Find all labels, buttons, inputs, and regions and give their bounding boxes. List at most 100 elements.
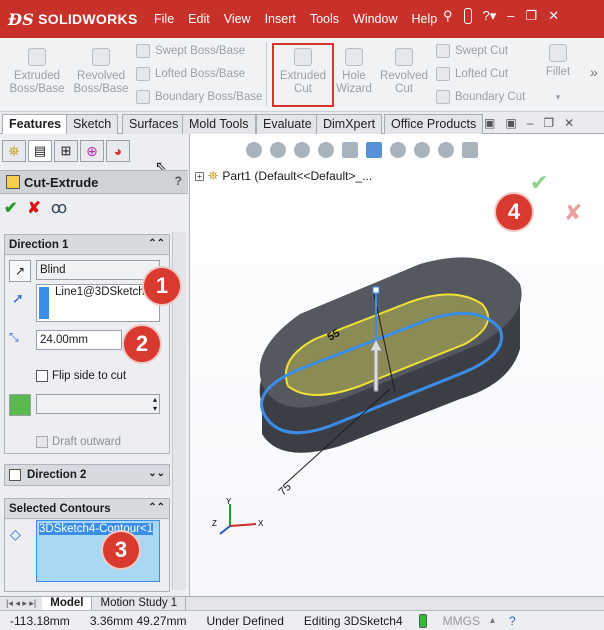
flip-side-checkbox[interactable] (36, 370, 48, 382)
configuration-icon: ⊞ (60, 143, 72, 158)
menu-edit[interactable]: Edit (188, 12, 210, 26)
property-manager-tab[interactable]: ▤ (28, 140, 52, 162)
traffic-light-icon[interactable] (463, 8, 472, 24)
extruded-cut-highlight (272, 43, 334, 107)
tab-office-products[interactable]: Office Products (384, 114, 484, 134)
expand-icon[interactable]: ⌄⌄ (148, 468, 165, 479)
help-icon[interactable]: ? (175, 174, 182, 188)
flip-side-option[interactable]: Flip side to cut (36, 370, 126, 382)
tab-features[interactable]: Features (2, 114, 69, 134)
depth-input[interactable]: 24.00mm (36, 330, 122, 350)
direction2-header[interactable]: Direction 2 ⌄⌄ (5, 465, 169, 485)
menu-insert[interactable]: Insert (265, 12, 296, 26)
status-editing: Editing 3DSketch4 (303, 613, 403, 628)
collapse-icon[interactable]: ⌃⌃ (148, 502, 165, 513)
tab-sketch[interactable]: Sketch (66, 114, 119, 134)
extruded-boss-button[interactable]: Extruded Boss/Base (6, 48, 68, 96)
selected-contours-header[interactable]: Selected Contours ⌃⌃ (5, 499, 169, 519)
tab-motion-study[interactable]: Motion Study 1 (92, 596, 187, 611)
fillet-dropdown-icon[interactable]: ▾ (540, 91, 576, 104)
contour-icon: ◇ (10, 526, 21, 542)
draft-angle-spinner[interactable]: ▴ ▾ (36, 394, 160, 414)
rebuild-icon[interactable] (418, 613, 427, 628)
graphics-area[interactable]: + ⛯ Part1 (Default<<Default>_... ✔ ✘ 55 … (190, 134, 604, 596)
close-icon[interactable]: ✕ (564, 116, 574, 130)
panel-toggle-icon[interactable]: ▣ (484, 116, 495, 130)
property-manager-icon: ▤ (33, 143, 47, 158)
fillet-button[interactable]: Fillet ▾ (540, 44, 576, 104)
hole-wizard-button[interactable]: Hole Wizard (334, 48, 374, 96)
ribbon-more-icon[interactable]: » (590, 64, 598, 80)
menu-right-icons: ⚲ ?▾ – ❐ ✕ (443, 8, 559, 24)
menu-tools[interactable]: Tools (310, 12, 339, 26)
direction1-header[interactable]: Direction 1 ⌃⌃ (5, 235, 169, 255)
help-icon[interactable]: ? (509, 614, 516, 628)
svg-text:X: X (258, 519, 264, 528)
callout-2: 2 (122, 324, 162, 364)
minimize-icon[interactable]: – (507, 8, 514, 24)
units-dropdown-icon[interactable]: ▴ (490, 615, 495, 626)
feature-tree-icon: ⛯ (8, 142, 20, 159)
boundary-cut-button[interactable]: Boundary Cut (436, 90, 525, 104)
ribbon-divider (266, 42, 267, 106)
dimxpert-icon: ⊕ (86, 142, 98, 159)
end-condition-select[interactable]: Blind (36, 260, 160, 280)
draft-outward-option[interactable]: Draft outward (36, 436, 121, 448)
status-x: -113.18mm (10, 613, 70, 628)
solidworks-logo[interactable]: ƉS SOLIDWORKS (0, 10, 140, 29)
reverse-direction-icon[interactable]: ↗ (9, 260, 31, 282)
contour-list-item[interactable]: 3DSketch4-Contour<1 (39, 523, 154, 535)
boundary-boss-icon (136, 90, 150, 104)
tab-dimxpert[interactable]: DimXpert (316, 114, 383, 134)
draft-outward-checkbox[interactable] (36, 436, 48, 448)
panel-toggle-icon[interactable]: ▣ (505, 116, 516, 130)
tab-evaluate[interactable]: Evaluate (256, 114, 319, 134)
display-manager-tab[interactable]: ◕ (106, 140, 130, 162)
lofted-cut-button[interactable]: Lofted Cut (436, 67, 508, 81)
fillet-icon (549, 44, 567, 62)
tab-scroll-icons[interactable]: |◂ ◂ ▸ ▸| (0, 598, 42, 609)
swept-boss-button[interactable]: Swept Boss/Base (136, 44, 245, 58)
revolved-cut-button[interactable]: Revolved Cut (376, 48, 432, 96)
tab-model[interactable]: Model (42, 596, 93, 611)
close-icon[interactable]: ✕ (548, 8, 559, 24)
boundary-boss-button[interactable]: Boundary Boss/Base (136, 90, 262, 104)
cut-extrude-title: Cut-Extrude (24, 174, 99, 190)
feature-manager-tab[interactable]: ⛯ (2, 140, 26, 162)
help-icon[interactable]: ?▾ (483, 8, 497, 24)
lofted-boss-button[interactable]: Lofted Boss/Base (136, 67, 245, 81)
direction2-group: Direction 2 ⌄⌄ (4, 464, 170, 486)
tab-surfaces[interactable]: Surfaces (122, 114, 186, 134)
callout-3: 3 (101, 530, 141, 570)
pin-icon[interactable]: ⚲ (443, 8, 453, 24)
direction2-checkbox[interactable] (9, 469, 21, 481)
tab-mold-tools[interactable]: Mold Tools (182, 114, 256, 134)
draft-icon[interactable] (9, 394, 31, 416)
menu-window[interactable]: Window (353, 12, 397, 26)
menu-view[interactable]: View (224, 12, 251, 26)
restore-icon[interactable]: ❐ (526, 8, 538, 24)
status-definition: Under Defined (206, 613, 284, 628)
status-units[interactable]: MMGS (433, 614, 490, 628)
selected-contours-list[interactable]: 3DSketch4-Contour<1 (36, 520, 160, 582)
app-title: SOLIDWORKS (38, 11, 138, 27)
preview-icon[interactable]: ꝏ (51, 198, 67, 218)
spinner-icon[interactable]: ▴ ▾ (153, 395, 157, 413)
revolved-boss-button[interactable]: Revolved Boss/Base (70, 48, 132, 96)
callout-1: 1 (142, 266, 182, 306)
collapse-icon[interactable]: ⌃⌃ (148, 238, 165, 249)
svg-text:Y: Y (226, 497, 232, 506)
minimize-icon[interactable]: – (527, 116, 534, 130)
depth-icon: ⤡ (9, 330, 19, 344)
swept-cut-button[interactable]: Swept Cut (436, 44, 508, 58)
configuration-manager-tab[interactable]: ⊞ (54, 140, 78, 162)
cancel-icon[interactable]: ✘ (27, 198, 40, 218)
menu-file[interactable]: File (154, 12, 174, 26)
ok-icon[interactable]: ✔ (4, 198, 17, 218)
revolved-boss-icon (92, 48, 110, 66)
bottom-tab-bar: |◂ ◂ ▸ ▸| Model Motion Study 1 (0, 596, 604, 611)
dimxpert-manager-tab[interactable]: ⊕ (80, 140, 104, 162)
restore-icon[interactable]: ❐ (543, 116, 554, 130)
selection-color-swatch (39, 287, 49, 319)
menu-help[interactable]: Help (412, 12, 438, 26)
